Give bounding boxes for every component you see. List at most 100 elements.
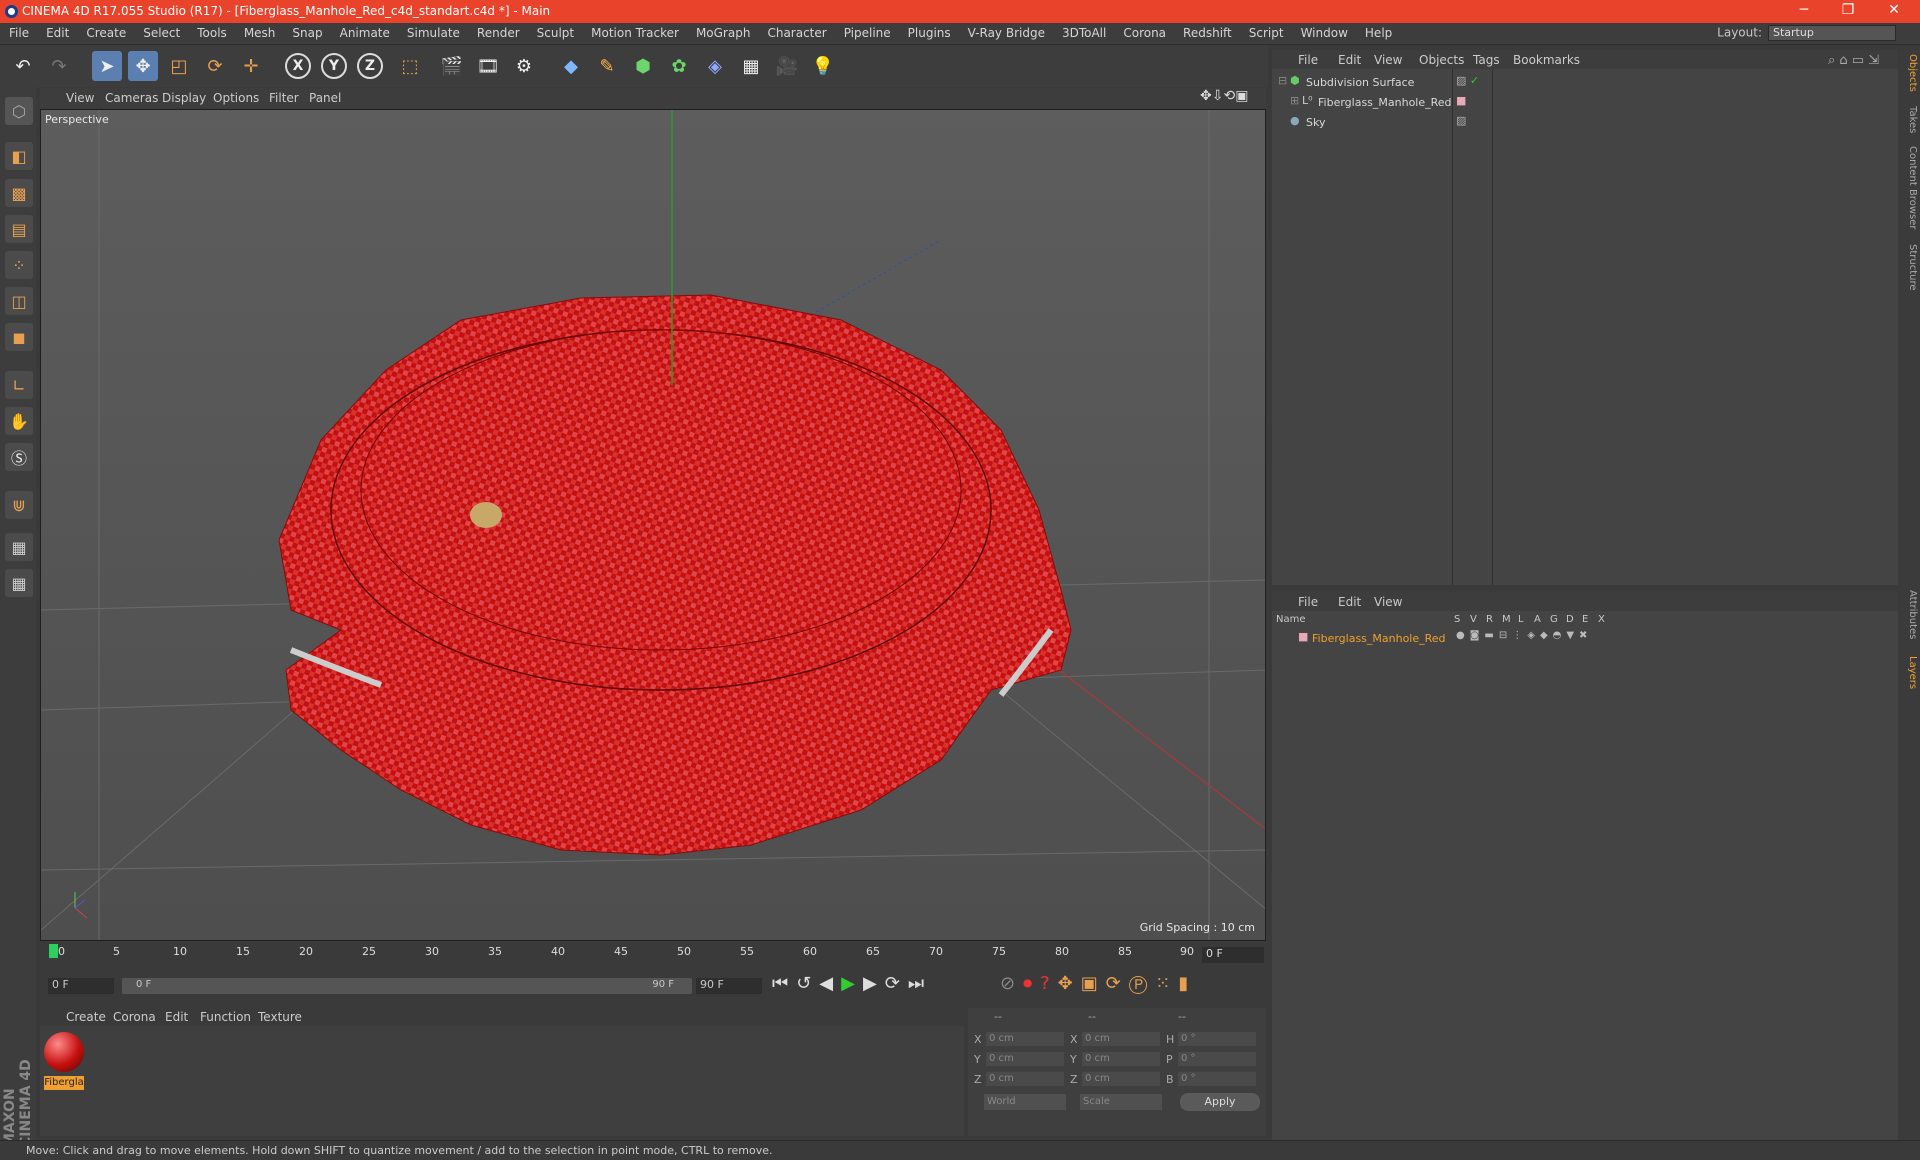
menu-render[interactable]: Render xyxy=(468,23,528,40)
play-icon[interactable]: ▶ xyxy=(841,973,863,994)
y-axis-icon[interactable]: Y xyxy=(321,53,347,79)
select-arrow-icon[interactable]: ➤ xyxy=(92,51,122,81)
position-y-field[interactable]: 0 cm xyxy=(986,1052,1064,1066)
menu-redshift[interactable]: Redshift xyxy=(1174,23,1240,40)
close-button[interactable]: ✕ xyxy=(1874,2,1914,18)
apply-button[interactable]: Apply xyxy=(1180,1093,1260,1111)
timeline-ruler[interactable]: 0 5 10 15 20 25 30 35 40 45 50 55 60 65 … xyxy=(40,942,1266,968)
object-row[interactable]: ● Sky ▨ xyxy=(1272,114,1898,133)
layout-dropdown[interactable]: Startup xyxy=(1768,25,1896,41)
cube-primitive-icon[interactable]: ◆ xyxy=(556,51,586,81)
loop-icon[interactable]: ⟳ xyxy=(885,973,908,994)
layer-color-icon[interactable]: ■ xyxy=(1456,94,1466,107)
viewport-menu-options[interactable]: Options xyxy=(213,91,259,105)
object-menu-tags[interactable]: Tags xyxy=(1473,53,1500,67)
menu-simulate[interactable]: Simulate xyxy=(398,23,468,40)
viewport-menu-view[interactable]: View xyxy=(66,91,94,105)
object-menu-view[interactable]: View xyxy=(1374,53,1402,67)
make-editable-icon[interactable]: ⬡ xyxy=(5,97,33,125)
menu-plugins[interactable]: Plugins xyxy=(899,23,959,40)
tab-attributes[interactable]: Attributes xyxy=(1902,590,1918,639)
tab-takes[interactable]: Takes xyxy=(1902,106,1918,133)
viewport-perspective[interactable]: Perspective Grid Spacing : 10 cm xyxy=(40,109,1266,941)
move-tool-icon[interactable]: ✥ xyxy=(128,51,158,81)
rotation-h-field[interactable]: 0 ° xyxy=(1178,1032,1256,1046)
edges-mode-icon[interactable]: ◫ xyxy=(5,287,33,315)
menu-vray-bridge[interactable]: V-Ray Bridge xyxy=(959,23,1053,40)
menu-window[interactable]: Window xyxy=(1292,23,1356,40)
current-frame-field[interactable]: 0 F xyxy=(1202,947,1264,963)
key-scale-icon[interactable]: ▣ xyxy=(1081,973,1106,994)
menu-script[interactable]: Script xyxy=(1240,23,1292,40)
object-row[interactable]: ⊟ ⬢ Subdivision Surface ▨ ✓ xyxy=(1272,74,1898,93)
axis-mode-icon[interactable]: ∟ xyxy=(5,371,33,399)
floor-icon[interactable]: ▦ xyxy=(736,51,766,81)
prev-key-icon[interactable]: ↺ xyxy=(796,973,819,994)
menu-motion-tracker[interactable]: Motion Tracker xyxy=(582,23,687,40)
size-y-field[interactable]: 0 cm xyxy=(1082,1052,1160,1066)
points-mode-icon[interactable]: ⁘ xyxy=(5,251,33,279)
tweak-mode-icon[interactable]: ✋ xyxy=(5,407,33,435)
object-menu-file[interactable]: File xyxy=(1298,53,1318,67)
menu-snap[interactable]: Snap xyxy=(283,23,330,40)
rotation-p-field[interactable]: 0 ° xyxy=(1178,1052,1256,1066)
material-menu-function[interactable]: Function xyxy=(200,1010,251,1024)
menu-select[interactable]: Select xyxy=(134,23,188,40)
menu-mesh[interactable]: Mesh xyxy=(235,23,284,40)
render-view-icon[interactable]: 🎬 xyxy=(437,51,467,81)
material-menu-texture[interactable]: Texture xyxy=(258,1010,302,1024)
light-icon[interactable]: 💡 xyxy=(808,51,838,81)
undo-icon[interactable]: ↶ xyxy=(8,51,38,81)
layer-menu-file[interactable]: File xyxy=(1298,595,1318,609)
layer-toggle-icons[interactable]: ●◙▬⊟⋮◈◆◓▼✖ xyxy=(1456,630,1592,641)
texture-mode-icon[interactable]: ▩ xyxy=(5,179,33,207)
workplane-icon[interactable]: ▤ xyxy=(5,215,33,243)
rotate-tool-icon[interactable]: ⟳ xyxy=(200,51,230,81)
scale-tool-icon[interactable]: ◰ xyxy=(164,51,194,81)
frame-range-slider[interactable]: 0 F 90 F xyxy=(122,978,692,994)
key-rotation-icon[interactable]: ⟳ xyxy=(1106,973,1129,994)
magnet-icon[interactable]: ⋓ xyxy=(5,491,33,519)
deformer-icon[interactable]: ◈ xyxy=(700,51,730,81)
model-mode-icon[interactable]: ◧ xyxy=(5,142,33,170)
menu-sculpt[interactable]: Sculpt xyxy=(528,23,582,40)
tab-layers[interactable]: Layers xyxy=(1902,656,1918,689)
autokey-icon[interactable]: ? xyxy=(1040,973,1058,994)
layer-color-icon[interactable]: ■ xyxy=(1298,630,1308,643)
end-frame-field[interactable]: 90 F xyxy=(696,978,762,994)
size-z-field[interactable]: 0 cm xyxy=(1082,1072,1160,1086)
object-menu-edit[interactable]: Edit xyxy=(1338,53,1361,67)
start-frame-field[interactable]: 0 F xyxy=(48,978,114,994)
go-to-start-icon[interactable]: ⏮ xyxy=(772,973,796,994)
layer-row[interactable]: ■ Fiberglass_Manhole_Red ●◙▬⊟⋮◈◆◓▼✖ xyxy=(1272,630,1898,649)
layer-menu-view[interactable]: View xyxy=(1374,595,1402,609)
record-keyframe-icon[interactable]: ⏺ xyxy=(1023,973,1040,994)
keyframe-lock-icon[interactable]: ⊘ xyxy=(1000,973,1023,994)
object-menu-objects[interactable]: Objects xyxy=(1419,53,1464,67)
menu-3dtoall[interactable]: 3DToAll xyxy=(1053,23,1114,40)
size-mode-dropdown[interactable]: Scale xyxy=(1080,1094,1162,1110)
tab-objects[interactable]: Objects xyxy=(1902,54,1918,92)
rotation-b-field[interactable]: 0 ° xyxy=(1178,1072,1256,1086)
z-axis-icon[interactable]: Z xyxy=(357,53,383,79)
menu-character[interactable]: Character xyxy=(758,23,834,40)
size-x-field[interactable]: 0 cm xyxy=(1082,1032,1160,1046)
redo-icon[interactable]: ↷ xyxy=(44,51,74,81)
minimize-button[interactable]: ─ xyxy=(1784,2,1824,18)
viewport-nav-icons[interactable]: ✥⇩⟲▣ xyxy=(1200,88,1248,104)
material-menu-create[interactable]: Create xyxy=(66,1010,106,1024)
mograph-cloner-icon[interactable]: ✿ xyxy=(664,51,694,81)
render-picture-viewer-icon[interactable]: 🎞 xyxy=(473,51,503,81)
subdivision-icon[interactable]: ⬢ xyxy=(628,51,658,81)
layer-menu-edit[interactable]: Edit xyxy=(1338,595,1361,609)
x-axis-icon[interactable]: X xyxy=(285,53,311,79)
object-menu-bookmarks[interactable]: Bookmarks xyxy=(1513,53,1580,67)
live-select-icon[interactable]: ✛ xyxy=(236,51,266,81)
lock-grid-icon[interactable]: ▦ xyxy=(5,533,33,561)
coordinate-system-icon[interactable]: ⬚ xyxy=(395,51,425,81)
menu-tools[interactable]: Tools xyxy=(188,23,235,40)
camera-icon[interactable]: 🎥 xyxy=(772,51,802,81)
menu-animate[interactable]: Animate xyxy=(331,23,398,40)
tab-content-browser[interactable]: Content Browser xyxy=(1902,146,1918,229)
object-search-icon[interactable]: ⌕ ⌂ ▭ ⇲ xyxy=(1828,53,1879,68)
